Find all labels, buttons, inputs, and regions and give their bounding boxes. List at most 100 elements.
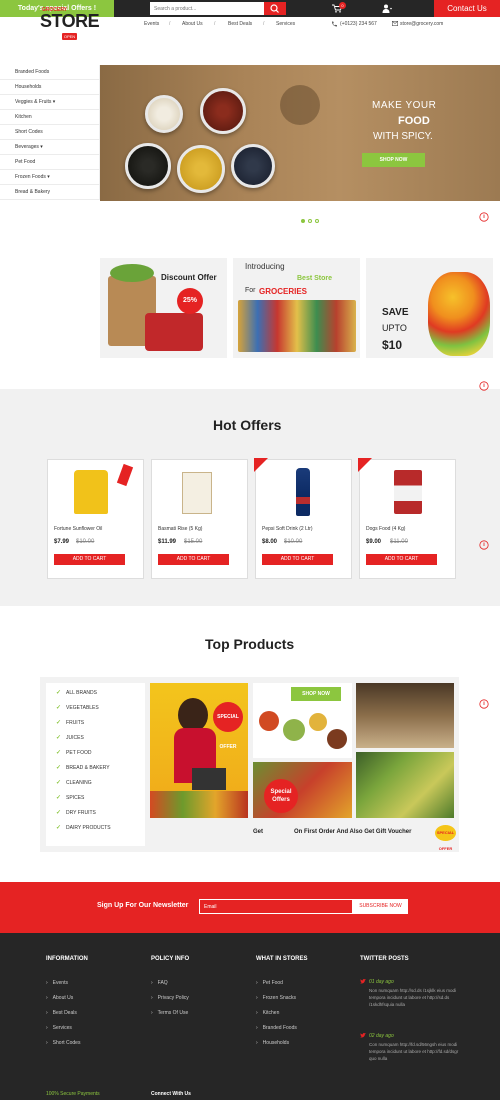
vegetables-special-image[interactable]: Special Offers xyxy=(253,762,352,818)
twitter-post-text[interactable]: Non numquam http://sd.ds /1sjklk eius mo… xyxy=(369,987,459,1008)
category-label: ALL BRANDS xyxy=(66,690,97,696)
product-card[interactable]: Dogs Food (4 Kg) $9.00 $11.00 ADD TO CAR… xyxy=(358,458,456,579)
footer-link-faq[interactable]: FAQ xyxy=(151,980,168,986)
slider-dot[interactable] xyxy=(308,219,312,223)
category-bread-bakery[interactable]: ✓ BREAD & BAKERY xyxy=(56,764,110,771)
sidebar-item-short-codes[interactable]: Short Codes xyxy=(0,125,100,140)
category-dairy-products[interactable]: ✓ DAIRY PRODUCTS xyxy=(56,824,111,831)
caret-down-icon: ▾ xyxy=(51,99,56,105)
best-store-text: Best Store xyxy=(297,275,333,282)
category-pet-food[interactable]: ✓ PET FOOD xyxy=(56,749,92,756)
footer-link-events[interactable]: Events xyxy=(46,980,68,986)
nav-separator: / xyxy=(263,21,265,27)
check-icon: ✓ xyxy=(56,810,62,816)
subscribe-button[interactable]: SUBSCRIBE NOW xyxy=(353,899,408,914)
footer-link-kitchen[interactable]: Kitchen xyxy=(256,1010,280,1016)
footer-link-privacy-policy[interactable]: Privacy Policy xyxy=(151,995,189,1001)
produce-market-image[interactable] xyxy=(356,752,454,818)
footer-link-households[interactable]: Households xyxy=(256,1040,289,1046)
contact-us-button[interactable]: Contact Us xyxy=(434,0,500,17)
category-label: BREAD & BAKERY xyxy=(66,765,110,771)
scroll-up-icon[interactable] xyxy=(479,699,489,709)
footer-link-about-us[interactable]: About Us xyxy=(46,995,74,1001)
nav-about-us[interactable]: About Us xyxy=(182,21,203,27)
promo-save-upto[interactable]: SAVE UPTO $10 xyxy=(366,258,493,358)
dog-food-image xyxy=(394,470,422,514)
sidebar-item-beverages[interactable]: Beverages ▾ xyxy=(0,140,100,155)
supermarket-aisle-image[interactable] xyxy=(356,683,454,748)
beans-bowl-image xyxy=(231,144,275,188)
twitter-post-text[interactable]: Con numquam http://fd.sd/56ngsh eius mod… xyxy=(369,1041,459,1062)
hero-shop-now-button[interactable]: SHOP NOW xyxy=(362,153,425,167)
sunflower-oil-image xyxy=(74,470,108,514)
connect-with-us-heading: Connect With Us xyxy=(151,1091,191,1097)
category-vegetables[interactable]: ✓ VEGETABLES xyxy=(56,704,99,711)
search-button[interactable] xyxy=(264,2,286,15)
product-price: $7.99 xyxy=(54,539,70,545)
shop-now-button[interactable]: SHOP NOW xyxy=(291,687,341,701)
voucher-text: On First Order And Also Get Gift Voucher xyxy=(294,829,412,835)
sidebar-item-frozen-foods[interactable]: Frozen Foods ▾ xyxy=(0,170,100,185)
discount-badge: 25% xyxy=(177,288,203,314)
sidebar-item-pet-food[interactable]: Pet Food xyxy=(0,155,100,170)
sidebar-item-kitchen[interactable]: Kitchen xyxy=(0,110,100,125)
nav-best-deals[interactable]: Best Deals xyxy=(228,21,252,27)
category-dry-fruits[interactable]: ✓ DRY FRUITS xyxy=(56,809,96,816)
check-icon: ✓ xyxy=(56,705,62,711)
sidebar-item-households[interactable]: Households xyxy=(0,80,100,95)
footer-link-short-codes[interactable]: Short Codes xyxy=(46,1040,81,1046)
hero-slider[interactable] xyxy=(100,65,500,201)
spices-collage-image[interactable]: SHOP NOW xyxy=(253,683,352,758)
add-to-cart-button[interactable]: ADD TO CART xyxy=(366,554,437,565)
sidebar-item-veggies-fruits[interactable]: Veggies & Fruits ▾ xyxy=(0,95,100,110)
logo-store-text[interactable]: STORE xyxy=(40,11,100,32)
cart-count-badge: 0 xyxy=(339,2,346,9)
category-spices[interactable]: ✓ SPICES xyxy=(56,794,84,801)
add-to-cart-button[interactable]: ADD TO CART xyxy=(54,554,125,565)
category-all-brands[interactable]: ✓ ALL BRANDS xyxy=(56,689,97,696)
nav-events[interactable]: Events xyxy=(144,21,159,27)
check-icon: ✓ xyxy=(56,825,62,831)
category-sidebar: Branded Foods Households Veggies & Fruit… xyxy=(0,65,100,200)
product-price: $11.99 xyxy=(158,539,177,545)
category-juices[interactable]: ✓ JUICES xyxy=(56,734,84,741)
scroll-up-icon[interactable] xyxy=(479,381,489,391)
slider-dot-active[interactable] xyxy=(301,219,305,223)
nav-services[interactable]: Services xyxy=(276,21,295,27)
category-cleaning[interactable]: ✓ CLEANING xyxy=(56,779,92,786)
footer-link-terms-of-use[interactable]: Terms Of Use xyxy=(151,1010,189,1016)
product-name[interactable]: Pepsi Soft Drink (2 Ltr) xyxy=(262,526,313,532)
scroll-up-icon[interactable] xyxy=(479,540,489,550)
promo-best-store[interactable]: Introducing Best Store For GROCERIES xyxy=(233,258,360,358)
footer-link-pet-food[interactable]: Pet Food xyxy=(256,980,283,986)
twitter-icon xyxy=(360,979,366,984)
category-fruits[interactable]: ✓ FRUITS xyxy=(56,719,84,726)
sidebar-item-bread-bakery[interactable]: Bread & Bakery xyxy=(0,185,100,200)
footer-link-branded-foods[interactable]: Branded Foods xyxy=(256,1025,297,1031)
offer-ribbon-icon xyxy=(254,458,268,472)
search-input[interactable] xyxy=(150,2,264,15)
add-to-cart-button[interactable]: ADD TO CART xyxy=(262,554,333,565)
product-name[interactable]: Dogs Food (4 Kg) xyxy=(366,526,405,532)
product-card[interactable]: Pepsi Soft Drink (2 Ltr) $8.00 $10.00 AD… xyxy=(254,458,352,579)
footer-link-frozen-snacks[interactable]: Frozen Snacks xyxy=(256,995,296,1001)
promo-discount-offer[interactable]: Discount Offer 25% xyxy=(100,258,227,358)
scroll-up-icon[interactable] xyxy=(479,212,489,222)
footer-link-best-deals[interactable]: Best Deals xyxy=(46,1010,77,1016)
category-label: CLEANING xyxy=(66,780,92,786)
product-card[interactable]: Fortune Sunflower Oil $7.99 $10.00 ADD T… xyxy=(47,459,144,579)
footer-link-services[interactable]: Services xyxy=(46,1025,72,1031)
caret-down-icon: ▾ xyxy=(38,144,43,150)
newsletter-email-input[interactable] xyxy=(199,899,353,914)
fruit-slices-image xyxy=(428,272,490,356)
sidebar-item-branded-foods[interactable]: Branded Foods xyxy=(0,65,100,80)
email-address[interactable]: store@grocery.com xyxy=(400,21,443,27)
woman-shopping-image[interactable]: SPECIAL OFFER xyxy=(150,683,248,818)
product-name[interactable]: Fortune Sunflower Oil xyxy=(54,526,102,532)
add-to-cart-button[interactable]: ADD TO CART xyxy=(158,554,229,565)
user-icon[interactable] xyxy=(382,4,392,13)
slider-dot[interactable] xyxy=(315,219,319,223)
product-name[interactable]: Basmati Rise (5 Kg) xyxy=(158,526,202,532)
newsletter-label: Sign Up For Our Newsletter xyxy=(97,902,189,909)
product-card[interactable]: Basmati Rise (5 Kg) $11.99 $15.00 ADD TO… xyxy=(151,459,248,579)
